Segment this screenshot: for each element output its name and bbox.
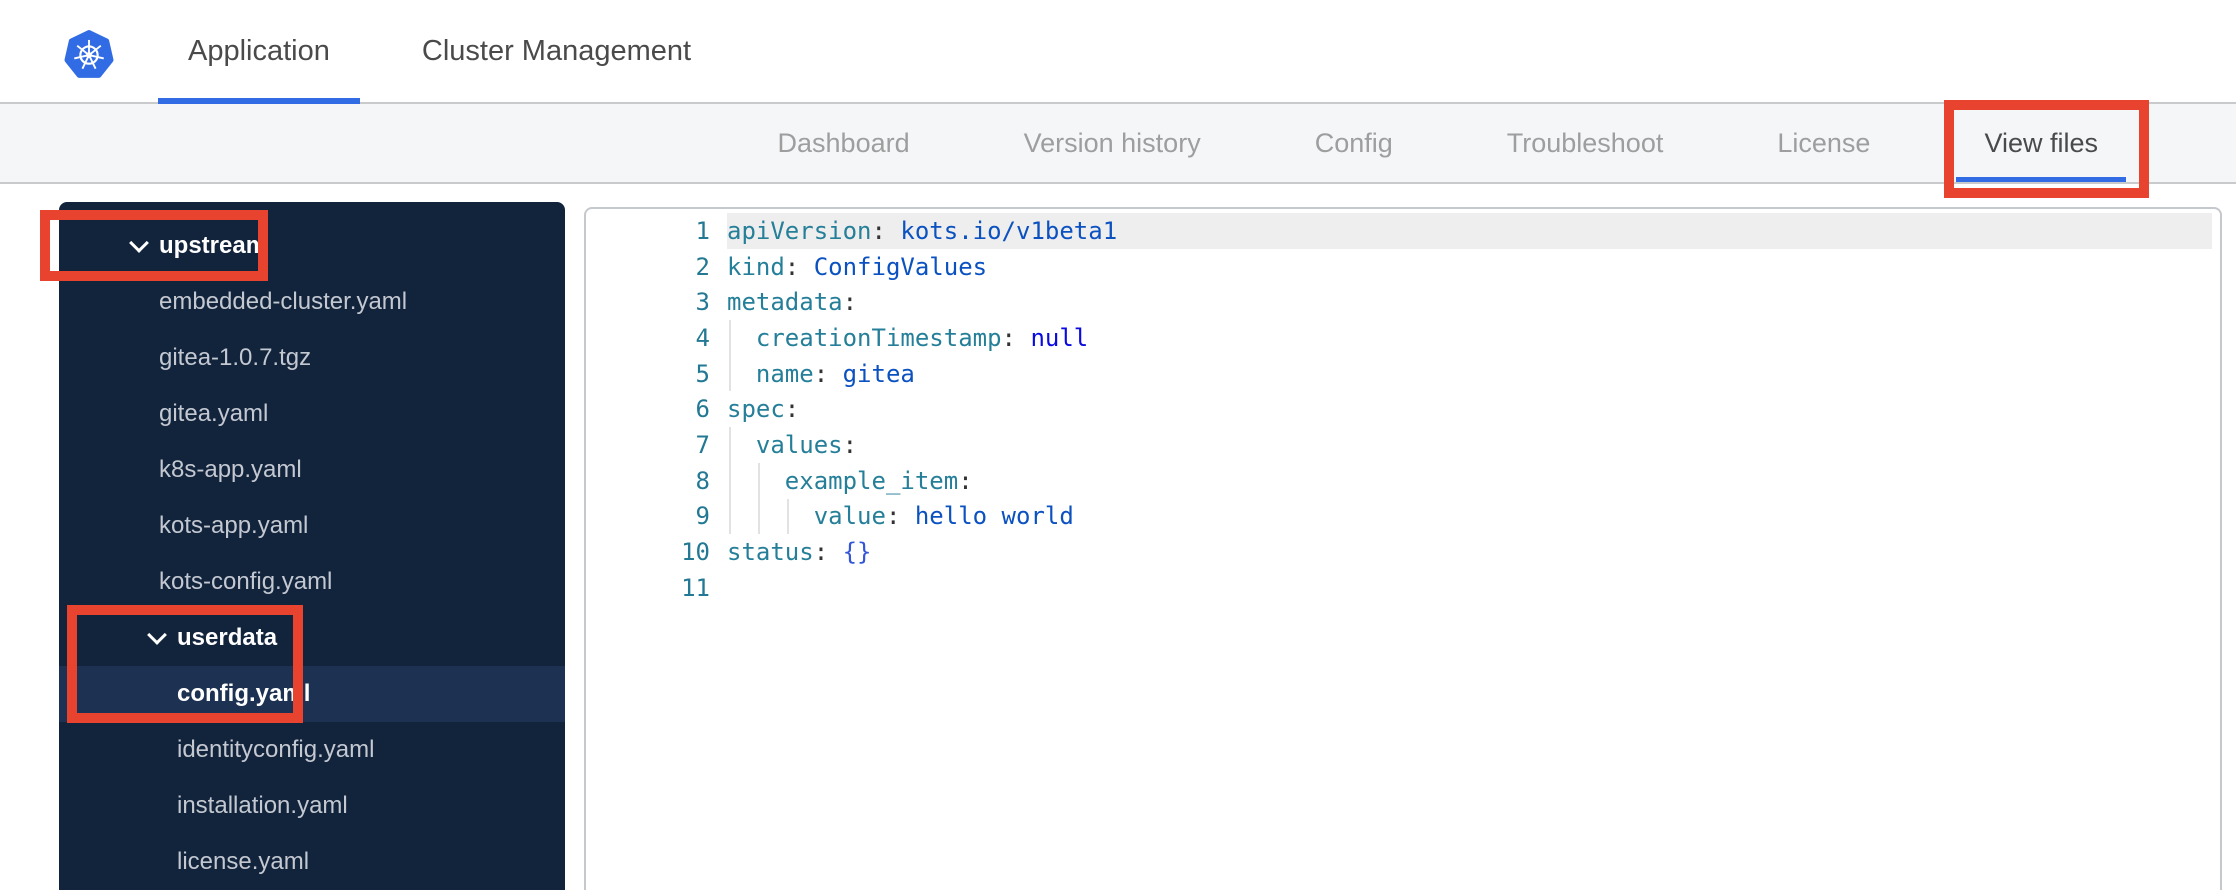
code-line-11: 11	[586, 570, 2220, 606]
line-number: 10	[681, 538, 710, 567]
code-line-10: 10 status: {}	[586, 534, 2220, 570]
tree-file-kots-config.yaml[interactable]: kots-config.yaml	[59, 554, 565, 610]
chevron-down-icon	[129, 233, 149, 253]
code-line-5: 5 name: gitea	[586, 356, 2220, 392]
tab-application-label: Application	[188, 34, 330, 67]
tab-cluster-management[interactable]: Cluster Management	[392, 0, 721, 102]
kubernetes-logo-icon	[62, 26, 116, 82]
code-line-2: 2 kind: ConfigValues	[586, 249, 2220, 285]
code-text: status: {}	[727, 538, 872, 567]
file-label: gitea.yaml	[159, 400, 269, 427]
code-text: kind: ConfigValues	[727, 252, 988, 281]
folder-label: upstream	[159, 232, 268, 259]
tab-application[interactable]: Application	[158, 0, 360, 104]
tree-file-gitea-1.0.7.tgz[interactable]: gitea-1.0.7.tgz	[59, 330, 565, 386]
line-number: 8	[695, 466, 710, 495]
active-tab-underline	[1956, 177, 2126, 182]
tree-file-gitea.yaml[interactable]: gitea.yaml	[59, 386, 565, 442]
code-text: example_item:	[784, 466, 973, 495]
tab-cluster-management-label: Cluster Management	[421, 34, 692, 67]
subnav-tab-config[interactable]: Config	[1287, 104, 1421, 182]
code-line-1: 1 apiVersion: kots.io/v1beta1	[586, 213, 2220, 249]
tree-folder-userdata[interactable]: userdata	[59, 610, 565, 666]
file-label: kots-config.yaml	[159, 568, 333, 595]
tree-file-kots-app.yaml[interactable]: kots-app.yaml	[59, 498, 565, 554]
subnav-tab-dashboard[interactable]: Dashboard	[750, 104, 938, 182]
kots-admin-console: Application Cluster Management Dashboard…	[0, 0, 2236, 890]
subnav-tab-license[interactable]: License	[1749, 104, 1898, 182]
code-text: value: hello world	[813, 502, 1074, 531]
file-label: k8s-app.yaml	[159, 456, 302, 483]
line-number: 5	[695, 359, 710, 388]
code-line-9: 9 value: hello world	[586, 499, 2220, 535]
code-text: apiVersion: kots.io/v1beta1	[727, 216, 1118, 245]
tree-file-license.yaml[interactable]: license.yaml	[59, 834, 565, 890]
code-line-4: 4 creationTimestamp: null	[586, 320, 2220, 356]
code-text: name: gitea	[755, 359, 915, 388]
tree-file-embedded-cluster.yaml[interactable]: embedded-cluster.yaml	[59, 274, 565, 330]
subnav-tab-label: Dashboard	[777, 127, 910, 158]
file-label: license.yaml	[177, 848, 310, 875]
code-text: spec:	[727, 395, 800, 424]
file-label: identityconfig.yaml	[177, 736, 375, 763]
file-label: embedded-cluster.yaml	[159, 288, 408, 315]
subnav-tab-label: License	[1777, 127, 1871, 158]
line-number: 11	[681, 573, 710, 602]
code-line-7: 7 values:	[586, 427, 2220, 463]
subnav-tab-troubleshoot[interactable]: Troubleshoot	[1479, 104, 1692, 182]
line-number: 4	[695, 323, 710, 352]
file-label: kots-app.yaml	[159, 512, 309, 539]
subnav-tab-version-history[interactable]: Version history	[996, 104, 1229, 182]
code-text: metadata:	[727, 288, 858, 317]
top-tabs: Application Cluster Management	[158, 0, 721, 104]
top-navbar: Application Cluster Management	[0, 0, 2236, 104]
tree-folder-upstream[interactable]: upstream	[59, 218, 565, 274]
editor-content: 1 apiVersion: kots.io/v1beta1 2 kind: Confi…	[586, 209, 2220, 606]
code-line-3: 3 metadata:	[586, 284, 2220, 320]
tree-file-identityconfig.yaml[interactable]: identityconfig.yaml	[59, 722, 565, 778]
code-line-8: 8 example_item:	[586, 463, 2220, 499]
file-label: gitea-1.0.7.tgz	[159, 344, 312, 371]
subnav-tab-view-files[interactable]: View files	[1956, 104, 2126, 182]
line-number: 7	[695, 430, 710, 459]
tree-file-k8s-app.yaml[interactable]: k8s-app.yaml	[59, 442, 565, 498]
code-text: values:	[755, 430, 858, 459]
line-number: 2	[695, 252, 710, 281]
code-text: creationTimestamp: null	[755, 323, 1089, 352]
line-number: 3	[695, 288, 710, 317]
subnav-tab-label: Troubleshoot	[1506, 127, 1664, 158]
line-number: 6	[695, 395, 710, 424]
file-tree-sidebar: upstream embedded-cluster.yaml gitea-1.0.7…	[59, 202, 565, 890]
app-subnav: Dashboard Version history Config Troublesho…	[0, 104, 2236, 184]
line-number: 1	[695, 216, 710, 245]
subnav-tab-label: Config	[1314, 127, 1393, 158]
tree-file-installation.yaml[interactable]: installation.yaml	[59, 778, 565, 834]
folder-label: userdata	[177, 624, 278, 651]
file-label: installation.yaml	[177, 792, 348, 819]
file-label: config.yaml	[177, 680, 311, 707]
subnav-tab-label: Version history	[1023, 127, 1201, 158]
file-viewer-editor[interactable]: 1 apiVersion: kots.io/v1beta1 2 kind: Confi…	[584, 207, 2222, 890]
tree-file-config.yaml[interactable]: config.yaml	[59, 666, 565, 722]
line-number: 9	[695, 502, 710, 531]
chevron-down-icon	[147, 625, 167, 645]
subnav-tab-label: View files	[1984, 127, 2098, 158]
code-line-6: 6 spec:	[586, 391, 2220, 427]
